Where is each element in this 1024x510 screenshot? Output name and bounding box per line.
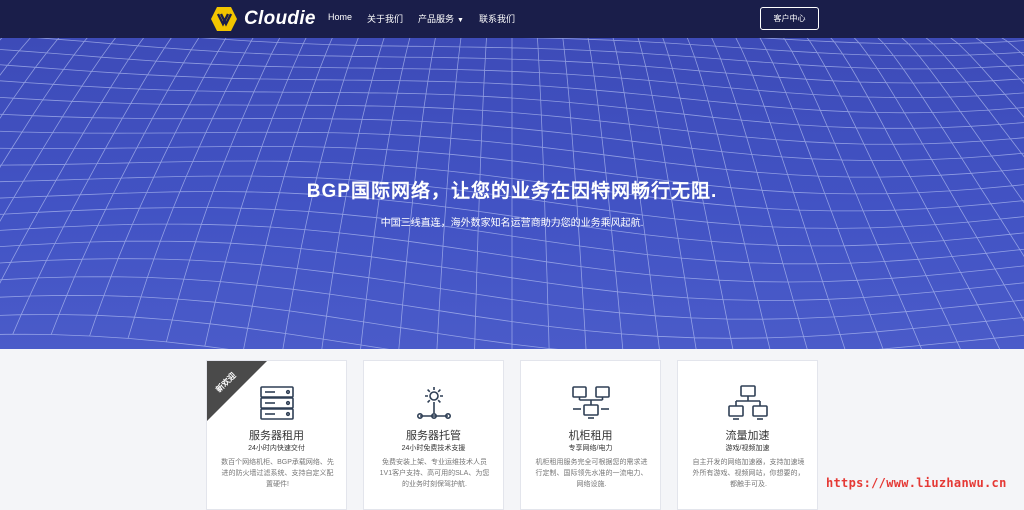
monitor-network-icon xyxy=(571,386,610,419)
hero-title: BGP国际网络，让您的业务在因特网畅行无阻. xyxy=(306,181,718,202)
service-card-server-rental[interactable]: 新欢迎 服务器租用 24小时内快速交付 数百个网络机柜、BGP承载网络、先进的防… xyxy=(206,360,347,510)
nav-item-about[interactable]: 关于我们 xyxy=(367,12,403,25)
hero-banner: BGP国际网络，让您的业务在因特网畅行无阻. 中国三线直连，海外数家知名运营商助… xyxy=(0,38,1024,349)
cloudie-logo-icon xyxy=(211,7,237,31)
service-card-colocation[interactable]: 服务器托管 24小时免费技术支援 免费安装上架、专业运维技术人员1V1客户支持、… xyxy=(363,360,504,510)
card-description: 自主开发的网络加速器，支持加速境外所有游戏、视频网站，你想要的，都触手可及. xyxy=(692,459,805,488)
caret-down-icon: ▼ xyxy=(457,17,464,24)
card-description: 机柜租用服务完全可根据您的需求进行定制、国际领先水准的一流电力、网络设施. xyxy=(535,459,648,488)
nav-item-contact[interactable]: 联系我们 xyxy=(479,12,515,25)
card-subtitle: 专享网络/电力 xyxy=(568,445,613,452)
hero-subtitle: 中国三线直连，海外数家知名运营商助力您的业务乘风起航. xyxy=(380,218,644,229)
service-card-traffic-acceleration[interactable]: 流量加速 游戏/视频加速 自主开发的网络加速器，支持加速境外所有游戏、视频网站，… xyxy=(677,360,818,510)
top-navbar: Cloudie Home 关于我们 产品服务 ▼ 联系我们 客户中心 xyxy=(0,0,1024,38)
card-title: 机柜租用 xyxy=(568,430,613,442)
main-nav: Home 关于我们 产品服务 ▼ 联系我们 xyxy=(328,12,530,25)
card-description: 数百个网络机柜、BGP承载网络、先进的防火墙过滤系统、支持自定义配置硬件! xyxy=(221,459,334,488)
brand-logo[interactable]: Cloudie xyxy=(210,6,316,32)
card-description: 免费安装上架、专业运维技术人员1V1客户支持、高可用的SLA、为您的业务时刻保驾… xyxy=(379,459,490,488)
nav-item-products[interactable]: 产品服务 ▼ xyxy=(418,12,464,25)
card-subtitle: 游戏/视频加速 xyxy=(725,445,770,452)
monitor-hierarchy-icon xyxy=(727,385,768,420)
nav-item-home[interactable]: Home xyxy=(328,12,352,25)
service-card-cabinet-rental[interactable]: 机柜租用 专享网络/电力 机柜租用服务完全可根据您的需求进行定制、国际领先水准的… xyxy=(520,360,661,510)
card-subtitle: 24小时内快速交付 xyxy=(248,445,305,452)
site-watermark: https://www.liuzhanwu.cn xyxy=(826,476,1007,490)
brand-name: Cloudie xyxy=(244,8,316,29)
card-title: 流量加速 xyxy=(725,430,770,442)
server-rack-icon xyxy=(259,386,294,420)
card-title: 服务器托管 xyxy=(406,430,461,442)
client-center-button[interactable]: 客户中心 xyxy=(760,7,819,30)
card-title: 服务器租用 xyxy=(249,430,304,442)
nav-item-products-label: 产品服务 xyxy=(418,14,455,24)
card-subtitle: 24小时免费技术支援 xyxy=(401,445,466,452)
gear-network-icon xyxy=(416,387,451,419)
